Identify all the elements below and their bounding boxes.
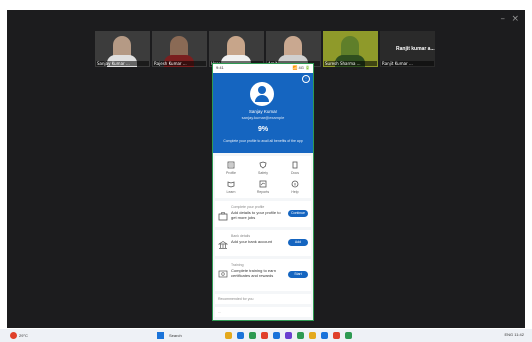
grid-item[interactable]: Learn bbox=[215, 179, 247, 194]
participant-tile[interactable]: Rajesh Kumar ... bbox=[152, 31, 207, 67]
close-icon[interactable]: × bbox=[511, 14, 519, 24]
participant-tile[interactable]: User ... bbox=[209, 31, 264, 67]
card-action-button[interactable]: Continue bbox=[288, 210, 308, 217]
help-icon bbox=[290, 179, 300, 189]
card-text: Add your bank account bbox=[231, 239, 272, 244]
weather-widget[interactable]: 29°C bbox=[10, 332, 28, 339]
recommended-caption: Recommended for you bbox=[215, 294, 311, 304]
shared-screen-phone: 9:41 📶 4G 🔋 ⋮ Sanjay Kumar sanjay.kumar@… bbox=[212, 63, 314, 321]
action-card: Bank details Add your bank account Add bbox=[215, 230, 311, 256]
document-icon bbox=[290, 160, 300, 170]
card-caption: Training bbox=[231, 263, 244, 267]
participant-name: Suresh Sharma ... bbox=[324, 61, 377, 66]
phone-status-bar: 9:41 📶 4G 🔋 bbox=[213, 64, 313, 73]
grid-item-label: Safety bbox=[258, 171, 268, 175]
avatar[interactable] bbox=[250, 82, 274, 106]
participant-tile[interactable]: Sanjay Kumar ... bbox=[95, 31, 150, 67]
participant-name: Rajesh Kumar ... bbox=[153, 61, 206, 66]
grid-item[interactable]: Safety bbox=[247, 160, 279, 175]
grid-item[interactable]: Reports bbox=[247, 179, 279, 194]
bank-icon bbox=[217, 237, 229, 249]
action-card: Complete your profile Add details to you… bbox=[215, 201, 311, 227]
status-time: 9:41 bbox=[216, 65, 224, 70]
participant-name: Sanjay Kumar ... bbox=[96, 61, 149, 66]
profile-subtitle: sanjay.kumar@example bbox=[241, 115, 285, 120]
search-label: Search bbox=[169, 333, 182, 338]
shield-icon bbox=[258, 160, 268, 170]
taskbar-app-icon[interactable] bbox=[345, 332, 352, 339]
card-text: Add details to your profile to get more … bbox=[231, 210, 281, 220]
weather-text: 29°C bbox=[19, 333, 28, 338]
taskbar-app-icon[interactable] bbox=[249, 332, 256, 339]
certificate-icon bbox=[218, 266, 228, 278]
taskbar-app-icon[interactable] bbox=[333, 332, 340, 339]
profile-percent: 9% bbox=[257, 126, 269, 133]
grid-item-label: Profile bbox=[226, 171, 236, 175]
card-action-button[interactable]: Start bbox=[288, 271, 308, 278]
grid-item-label: Docs bbox=[291, 171, 299, 175]
windows-start-icon[interactable] bbox=[157, 332, 164, 339]
card-text: Complete training to earn certificates a… bbox=[231, 268, 276, 278]
taskbar-app-icon[interactable] bbox=[237, 332, 244, 339]
taskbar: 29°C Search ENG 11:42 bbox=[0, 329, 532, 342]
featured-participant-name: Ranjit kumar a... bbox=[396, 46, 435, 52]
taskbar-app-icon[interactable] bbox=[273, 332, 280, 339]
taskbar-app-icon[interactable] bbox=[285, 332, 292, 339]
profile-header: ⋮ Sanjay Kumar sanjay.kumar@example 9% C… bbox=[213, 73, 313, 153]
taskbar-search[interactable]: Search bbox=[157, 332, 182, 339]
grid-item[interactable]: Help bbox=[279, 179, 311, 194]
more-menu-icon[interactable]: ⋮ bbox=[302, 75, 310, 83]
participant-strip: Sanjay Kumar ... Rajesh Kumar ... User .… bbox=[95, 31, 437, 67]
grid-item[interactable]: Docs bbox=[279, 160, 311, 175]
profile-name: Sanjay Kumar bbox=[248, 109, 278, 114]
grid-item-label: Reports bbox=[256, 190, 270, 194]
id-card-icon bbox=[226, 160, 236, 170]
avatar-head bbox=[258, 86, 266, 94]
briefcase-icon bbox=[218, 208, 228, 221]
taskbar-app-icon[interactable] bbox=[297, 332, 304, 339]
taskbar-app-icon[interactable] bbox=[261, 332, 268, 339]
book-icon bbox=[226, 179, 236, 189]
status-icons: 📶 4G 🔋 bbox=[292, 65, 310, 70]
grid-item[interactable]: Profile bbox=[215, 160, 247, 175]
card-caption: Bank details bbox=[231, 234, 251, 238]
taskbar-app-icon[interactable] bbox=[225, 332, 232, 339]
chart-icon bbox=[258, 179, 268, 189]
minimize-icon[interactable]: – bbox=[501, 14, 506, 24]
taskbar-app-icon[interactable] bbox=[321, 332, 328, 339]
recommended-field[interactable]: ... bbox=[215, 307, 311, 317]
participant-name: Ranjit Kumar ... bbox=[381, 61, 434, 66]
taskbar-apps bbox=[225, 332, 357, 339]
weather-icon bbox=[10, 332, 17, 339]
card-caption: Complete your profile bbox=[231, 205, 265, 209]
card-action-button[interactable]: Add bbox=[288, 239, 308, 246]
participant-tile[interactable]: Amit ... bbox=[266, 31, 321, 67]
grid-item-label: Learn bbox=[226, 190, 236, 194]
grid-item-label: Help bbox=[291, 190, 299, 194]
system-tray-clock[interactable]: ENG 11:42 bbox=[505, 332, 525, 337]
profile-percent-message: Complete your profile to avail all benef… bbox=[223, 139, 303, 143]
feature-grid: Profile Safety Docs Learn Reports Help bbox=[215, 156, 311, 198]
participant-tile[interactable]: Suresh Sharma ... bbox=[323, 31, 378, 67]
action-card: Training Complete training to earn certi… bbox=[215, 259, 311, 291]
avatar-body bbox=[255, 95, 269, 102]
taskbar-app-icon[interactable] bbox=[309, 332, 316, 339]
